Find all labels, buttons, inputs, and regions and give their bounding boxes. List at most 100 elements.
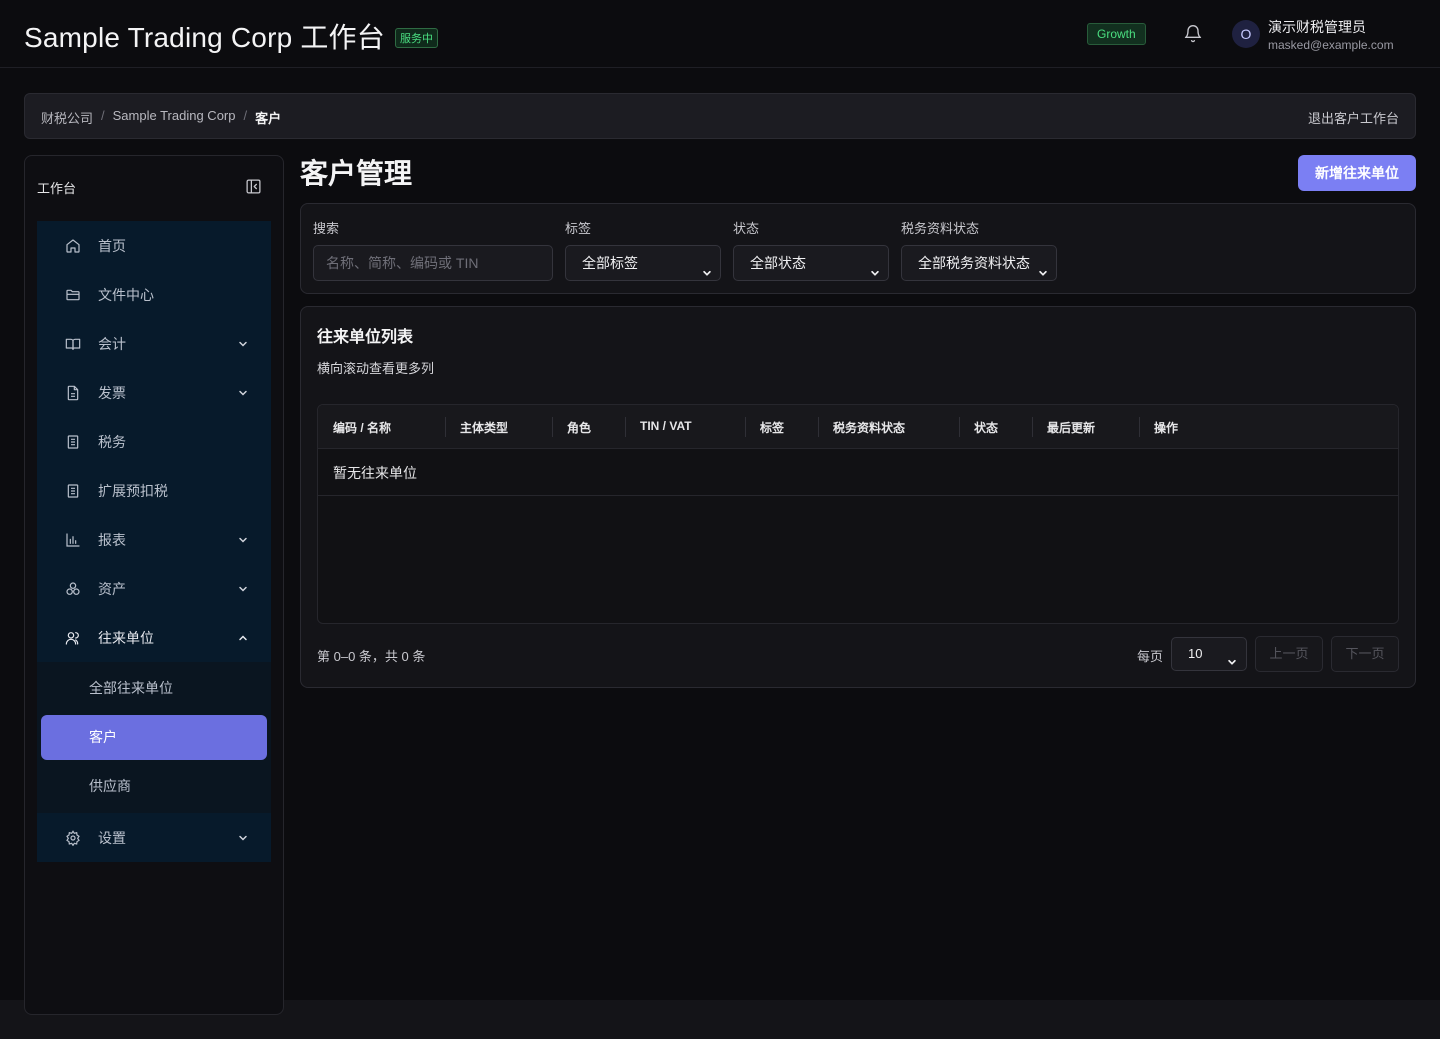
sidebar-subitem-suppliers[interactable]: 供应商 (41, 764, 267, 809)
column-header-actions: 操作 (1154, 421, 1179, 435)
sidebar-item-label: 报表 (98, 531, 126, 548)
workspace-title: Sample Trading Corp 工作台 (24, 22, 385, 53)
brand: Sample Trading Corp 工作台 服务中 (24, 16, 438, 56)
sidebar-item-reports[interactable]: 报表 (37, 515, 271, 564)
sidebar-item-settings[interactable]: 设置 (37, 813, 271, 862)
chevron-down-icon (1038, 257, 1048, 276)
column-divider (1032, 417, 1033, 437)
sidebar-item-files[interactable]: 文件中心 (37, 270, 271, 319)
sidebar-item-label: 发票 (98, 384, 126, 401)
search-input[interactable] (313, 245, 553, 281)
breadcrumb-item-firm[interactable]: 财税公司 (41, 108, 93, 127)
book-icon (65, 336, 81, 352)
page-size-label: 每页 (1137, 649, 1164, 664)
page-size-value: 10 (1188, 646, 1203, 661)
tag-filter-label: 标签 (565, 221, 592, 236)
tax-status-filter-select[interactable]: 全部税务资料状态 (901, 245, 1057, 281)
sidebar-item-label: 资产 (98, 580, 126, 597)
sidebar-item-label: 文件中心 (98, 286, 154, 303)
sidebar-item-invoices[interactable]: 发票 (37, 368, 271, 417)
document-icon (65, 483, 81, 499)
column-divider (818, 417, 819, 437)
top-bar: Sample Trading Corp 工作台 服务中 Growth O 演示财… (0, 0, 1440, 68)
prev-page-button[interactable]: 上一页 (1255, 636, 1323, 672)
sidebar-item-withholding[interactable]: 扩展预扣税 (37, 466, 271, 515)
chevron-up-icon (237, 631, 249, 643)
column-header-status[interactable]: 状态 (974, 419, 998, 436)
document-icon (65, 434, 81, 450)
sidebar-item-assets[interactable]: 资产 (37, 564, 271, 613)
sidebar-item-tax[interactable]: 税务 (37, 417, 271, 466)
chevron-down-icon (702, 257, 712, 276)
column-header-tags[interactable]: 标签 (760, 419, 784, 436)
column-divider (445, 417, 446, 437)
avatar[interactable]: O (1232, 20, 1260, 48)
chevron-down-icon (237, 582, 249, 594)
exit-workspace-link[interactable]: 退出客户工作台 (1308, 108, 1399, 127)
table-header: 编码 / 名称 主体类型 角色 TIN / VAT 标签 税务资料状态 状态 最… (318, 405, 1398, 449)
column-header-code-name[interactable]: 编码 / 名称 (333, 419, 391, 436)
user-name: 演示财税管理员 (1268, 19, 1366, 35)
sidebar-item-accounting[interactable]: 会计 (37, 319, 271, 368)
pagination-info: 第 0–0 条，共 0 条 (317, 649, 426, 664)
sidebar-item-home[interactable]: 首页 (37, 221, 271, 270)
breadcrumb: 财税公司 / Sample Trading Corp / 客户 (41, 108, 281, 127)
table-empty-row: 暂无往来单位 (318, 449, 1398, 496)
assets-icon (65, 581, 81, 597)
counterparty-table[interactable]: 编码 / 名称 主体类型 角色 TIN / VAT 标签 税务资料状态 状态 最… (317, 404, 1399, 624)
tax-status-filter-label: 税务资料状态 (901, 221, 980, 236)
sidebar-item-label: 往来单位 (98, 629, 154, 646)
tax-status-filter-value: 全部税务资料状态 (918, 255, 1030, 271)
sidebar: 工作台 首页 文件中心 会计 发票 税务 扩展预扣税 报表 资产 往来单位 全部… (24, 155, 284, 1015)
tag-filter-value: 全部标签 (582, 255, 638, 271)
counterparty-list-card: 往来单位列表 横向滚动查看更多列 编码 / 名称 主体类型 角色 TIN / V… (300, 306, 1416, 688)
status-filter-value: 全部状态 (750, 255, 806, 271)
column-divider (745, 417, 746, 437)
sidebar-collapse-icon[interactable] (245, 178, 262, 195)
column-header-tax-status[interactable]: 税务资料状态 (833, 419, 905, 436)
empty-state-text: 暂无往来单位 (333, 465, 417, 481)
sidebar-item-counterparties[interactable]: 往来单位 (37, 613, 271, 662)
breadcrumb-bar: 财税公司 / Sample Trading Corp / 客户 退出客户工作台 (24, 93, 1416, 139)
column-divider (959, 417, 960, 437)
add-counterparty-button[interactable]: 新增往来单位 (1298, 155, 1416, 191)
next-page-button[interactable]: 下一页 (1331, 636, 1399, 672)
column-header-last-updated[interactable]: 最后更新 (1047, 419, 1095, 436)
chevron-down-icon (1227, 648, 1237, 665)
file-icon (65, 385, 81, 401)
column-divider (1139, 417, 1140, 437)
column-header-role[interactable]: 角色 (567, 419, 591, 436)
chevron-down-icon (870, 257, 880, 276)
sidebar-title: 工作台 (37, 181, 77, 196)
sidebar-item-label: 税务 (98, 433, 126, 450)
tag-filter-select[interactable]: 全部标签 (565, 245, 721, 281)
sidebar-subitem-customers[interactable]: 客户 (41, 715, 267, 760)
home-icon (65, 238, 81, 254)
list-subtitle: 横向滚动查看更多列 (317, 361, 435, 376)
plan-badge: Growth (1087, 23, 1146, 45)
page-title: 客户管理 (300, 158, 413, 189)
sidebar-subitem-all-counterparties[interactable]: 全部往来单位 (41, 666, 267, 711)
service-status-badge: 服务中 (394, 27, 438, 48)
sidebar-item-label: 扩展预扣税 (98, 482, 168, 499)
column-header-entity-type[interactable]: 主体类型 (460, 419, 508, 436)
list-title: 往来单位列表 (317, 329, 414, 346)
bell-icon[interactable] (1183, 24, 1203, 44)
sidebar-item-label: 会计 (98, 335, 126, 352)
status-filter-label: 状态 (733, 221, 760, 236)
users-icon (65, 630, 81, 646)
gear-icon (65, 829, 81, 846)
folder-icon (65, 287, 81, 303)
column-header-tin-vat[interactable]: TIN / VAT (640, 419, 692, 433)
breadcrumb-item-current: 客户 (255, 111, 282, 126)
filter-panel: 搜索 标签 全部标签 状态 全部状态 税务资料状态 全部税务资料状态 (300, 203, 1416, 294)
breadcrumb-item-company[interactable]: Sample Trading Corp (113, 108, 236, 127)
sidebar-item-label: 设置 (98, 829, 126, 846)
search-label: 搜索 (313, 221, 340, 236)
breadcrumb-separator: / (101, 108, 105, 123)
status-filter-select[interactable]: 全部状态 (733, 245, 889, 281)
page-size-select[interactable]: 10 (1171, 637, 1247, 671)
user-email: masked@example.com (1268, 38, 1394, 52)
counterparties-subnav: 全部往来单位 客户 供应商 (37, 662, 271, 813)
breadcrumb-separator: / (243, 108, 248, 123)
